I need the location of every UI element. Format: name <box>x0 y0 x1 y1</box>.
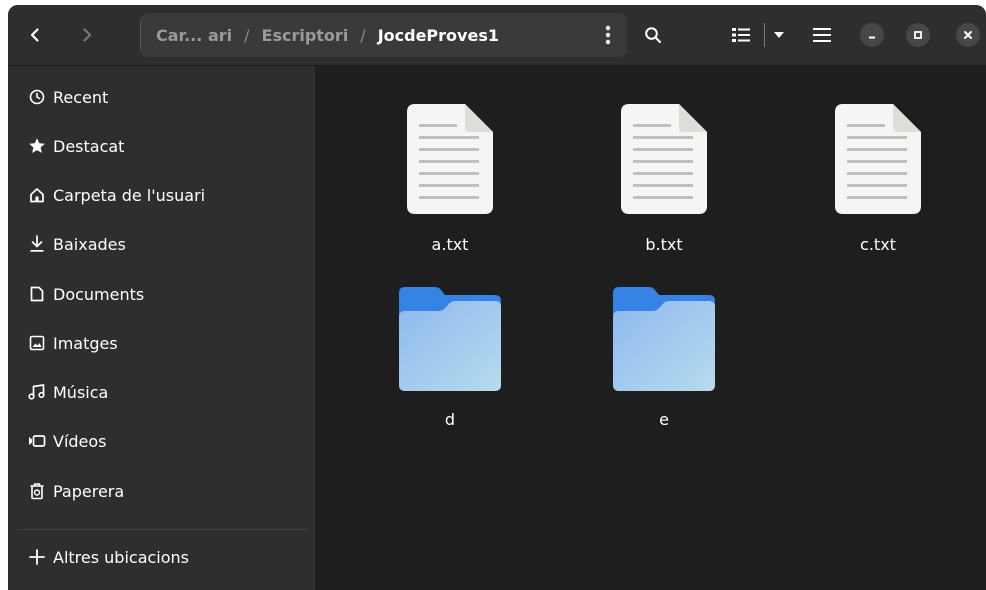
minimize-button[interactable] <box>860 23 884 47</box>
breadcrumb-item[interactable]: Car... ari <box>156 26 232 45</box>
chevron-right-icon <box>83 28 92 42</box>
file-view: a.txt b.txt c.txt d e <box>316 66 986 590</box>
maximize-button[interactable] <box>906 23 930 47</box>
sidebar-item-downloads[interactable]: Baixades <box>8 224 315 264</box>
sidebar-item-label: Música <box>53 382 109 402</box>
sidebar-item-other-locations[interactable]: Altres ubicacions <box>8 537 315 577</box>
forward-button[interactable] <box>70 19 104 51</box>
path-menu-button[interactable] <box>597 21 619 49</box>
file-name: a.txt <box>431 235 469 254</box>
chevron-left-icon <box>30 28 39 42</box>
caret-down-icon <box>774 32 784 38</box>
back-button[interactable] <box>18 19 52 51</box>
text-file-icon <box>407 104 493 214</box>
text-file-icon <box>621 104 707 214</box>
sidebar-item-music[interactable]: Música <box>8 372 315 412</box>
folder-icon <box>613 287 715 391</box>
clock-icon <box>27 87 47 107</box>
sidebar-item-label: Altres ubicacions <box>53 547 190 567</box>
file-item[interactable]: a.txt <box>380 104 520 274</box>
sidebar-item-label: Paperera <box>53 481 125 501</box>
download-icon <box>27 234 47 254</box>
music-icon <box>27 382 47 402</box>
file-name: e <box>659 410 669 429</box>
folder-item[interactable]: e <box>594 287 734 457</box>
home-icon <box>27 185 47 205</box>
view-mode-button[interactable] <box>724 19 758 51</box>
view-options-dropdown[interactable] <box>765 19 793 51</box>
breadcrumb-separator: / <box>360 25 366 45</box>
close-button[interactable] <box>956 23 980 47</box>
list-view-icon <box>732 28 750 42</box>
text-file-icon <box>835 104 921 214</box>
sidebar-item-label: Recent <box>53 87 109 107</box>
path-bar-edge <box>140 21 141 49</box>
video-icon <box>27 431 47 451</box>
star-icon <box>27 136 47 156</box>
kebab-menu-icon <box>605 25 611 45</box>
sidebar-item-home[interactable]: Carpeta de l'usuari <box>8 175 315 215</box>
sidebar-item-label: Destacat <box>53 136 125 156</box>
breadcrumb-separator: / <box>244 25 250 45</box>
path-bar: Car... ari / Escriptori / JocdeProves1 <box>140 13 627 57</box>
trash-icon <box>27 481 47 501</box>
breadcrumb-item[interactable]: Escriptori <box>262 26 349 45</box>
sidebar-divider <box>18 529 308 530</box>
sidebar-item-label: Imatges <box>53 333 118 353</box>
sidebar-item-starred[interactable]: Destacat <box>8 126 315 166</box>
file-item[interactable]: b.txt <box>594 104 734 274</box>
image-icon <box>27 333 47 353</box>
sidebar-item-pictures[interactable]: Imatges <box>8 323 315 363</box>
sidebar-item-label: Vídeos <box>53 431 107 451</box>
sidebar-item-label: Carpeta de l'usuari <box>53 185 206 205</box>
minimize-icon <box>869 36 875 39</box>
plus-icon <box>27 547 47 567</box>
sidebar-item-videos[interactable]: Vídeos <box>8 421 315 461</box>
file-item[interactable]: c.txt <box>808 104 948 274</box>
main-menu-button[interactable] <box>805 19 839 51</box>
file-manager-window: Car... ari / Escriptori / JocdeProves1 R… <box>8 5 986 590</box>
header-bar: Car... ari / Escriptori / JocdeProves1 <box>8 5 986 66</box>
close-icon <box>964 31 972 39</box>
sidebar-item-documents[interactable]: Documents <box>8 274 315 314</box>
sidebar: Recent Destacat Carpeta de l'usuari Baix… <box>8 66 316 590</box>
sidebar-item-label: Documents <box>53 284 145 304</box>
sidebar-item-trash[interactable]: Paperera <box>8 471 315 511</box>
document-icon <box>27 284 47 304</box>
search-button[interactable] <box>636 19 670 51</box>
hamburger-menu-icon <box>813 28 831 42</box>
sidebar-item-label: Baixades <box>53 234 126 254</box>
search-icon <box>645 27 662 44</box>
maximize-icon <box>914 31 922 39</box>
file-name: c.txt <box>860 235 896 254</box>
sidebar-item-recent[interactable]: Recent <box>8 77 315 117</box>
file-name: b.txt <box>645 235 683 254</box>
folder-item[interactable]: d <box>380 287 520 457</box>
folder-icon <box>399 287 501 391</box>
file-name: d <box>444 410 456 429</box>
breadcrumb-current[interactable]: JocdeProves1 <box>378 26 499 45</box>
